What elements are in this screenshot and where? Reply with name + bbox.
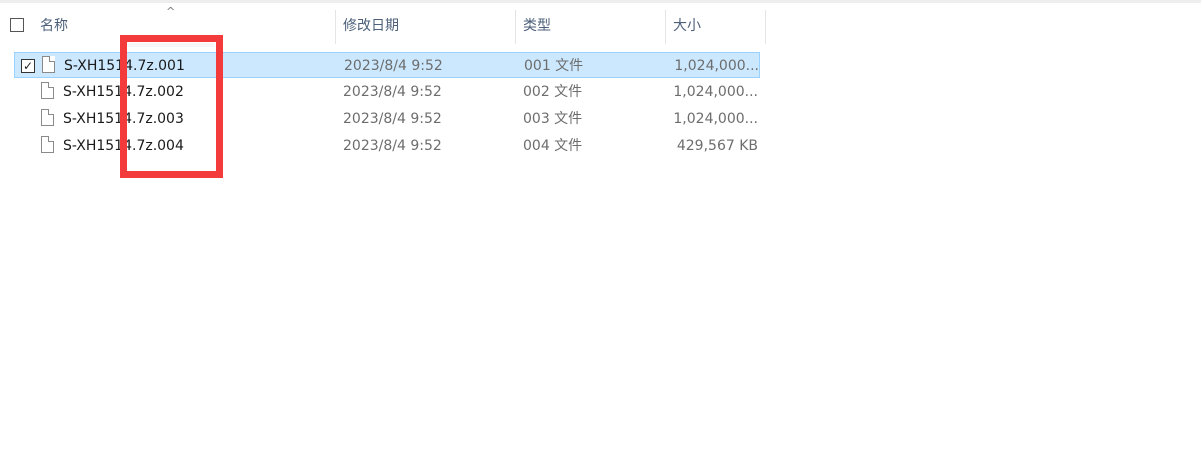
document-icon (42, 56, 55, 73)
column-divider[interactable] (765, 10, 766, 44)
file-date: 2023/8/4 9:52 (344, 58, 443, 74)
file-size: 1,024,000... (673, 84, 758, 100)
file-name[interactable]: S-XH1514.7z.003 (63, 106, 184, 132)
file-row[interactable]: S-XH1514.7z.003 2023/8/4 9:52 003 文件 1,0… (14, 106, 760, 132)
checkbox-icon[interactable]: ✓ (21, 59, 35, 73)
annotation-highlight-bar (128, 43, 214, 47)
file-row[interactable]: S-XH1514.7z.004 2023/8/4 9:52 004 文件 429… (14, 133, 760, 159)
file-size: 429,567 KB (676, 138, 758, 154)
file-row[interactable]: ✓ S-XH1514.7z.001 2023/8/4 9:52 001 文件 1… (14, 52, 760, 78)
file-name[interactable]: S-XH1514.7z.002 (63, 79, 184, 105)
file-type: 003 文件 (523, 111, 583, 127)
file-type: 002 文件 (523, 84, 583, 100)
file-row[interactable]: S-XH1514.7z.002 2023/8/4 9:52 002 文件 1,0… (14, 79, 760, 105)
file-size: 1,024,000... (674, 58, 759, 74)
column-header-size[interactable]: 大小 (666, 5, 765, 43)
document-icon (41, 82, 54, 99)
document-icon (41, 109, 54, 126)
column-header-size-label: 大小 (673, 18, 701, 34)
column-header-bar: ^ 名称 修改日期 类型 大小 (0, 5, 766, 44)
file-date: 2023/8/4 9:52 (343, 111, 442, 127)
file-date: 2023/8/4 9:52 (343, 138, 442, 154)
column-header-date-label: 修改日期 (343, 18, 399, 34)
column-header-type[interactable]: 类型 (516, 5, 665, 43)
file-name[interactable]: S-XH1514.7z.001 (64, 53, 185, 79)
column-header-type-label: 类型 (523, 18, 551, 34)
file-name[interactable]: S-XH1514.7z.004 (63, 133, 184, 159)
select-all-checkbox[interactable] (10, 18, 24, 32)
file-type: 001 文件 (524, 58, 584, 74)
file-type: 004 文件 (523, 138, 583, 154)
document-icon (41, 136, 54, 153)
column-header-date[interactable]: 修改日期 (336, 5, 515, 43)
column-header-name[interactable]: 名称 (33, 5, 336, 43)
file-size: 1,024,000... (673, 111, 758, 127)
file-date: 2023/8/4 9:52 (343, 84, 442, 100)
window-top-edge (0, 0, 1201, 3)
column-header-name-label: 名称 (40, 18, 68, 34)
